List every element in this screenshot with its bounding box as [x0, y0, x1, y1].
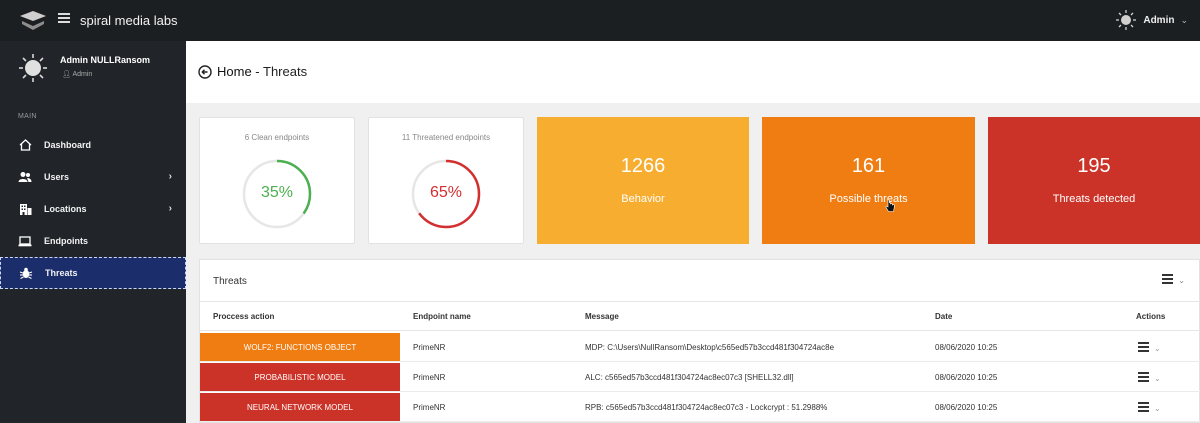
profile-role-label: Admin	[72, 71, 93, 78]
sidebar-item-label: Users	[44, 172, 70, 182]
profile-name: Admin NULLRansom	[60, 55, 150, 65]
list-menu-icon	[1138, 342, 1149, 354]
process-action-badge: PROBABILISTIC MODEL	[200, 363, 400, 391]
endpoint-name-cell: PrimeNR	[413, 373, 446, 382]
main-content: Home - Threats 6 Clean endpoints 35% 11 …	[186, 41, 1200, 423]
user-avatar-icon	[1116, 10, 1137, 30]
sidebar-item-dashboard[interactable]: Dashboard	[0, 129, 186, 161]
list-menu-icon	[1162, 274, 1174, 286]
threats-detected-label: Threats detected	[1052, 193, 1136, 205]
row-actions-menu[interactable]: ⌄	[1138, 402, 1161, 414]
chevron-right-icon: ›	[168, 203, 172, 214]
behavior-label: Behavior	[621, 193, 665, 205]
possible-threats-count: 161	[851, 155, 886, 177]
threatened-endpoints-card: 11 Threatened endpoints 65%	[368, 117, 524, 244]
brand-name: spiral media labs	[80, 13, 178, 28]
date-cell: 08/06/2020 10:25	[935, 403, 998, 412]
breadcrumb: Home - Threats	[217, 64, 307, 79]
date-cell: 08/06/2020 10:25	[935, 343, 998, 352]
threatened-endpoints-title: 11 Threatened endpoints	[401, 133, 491, 142]
sidebar-item-threats[interactable]: Threats	[0, 257, 186, 289]
column-message[interactable]: Message	[585, 312, 619, 321]
chevron-right-icon: ›	[168, 171, 172, 182]
table-header: Proccess action Endpoint name Message Da…	[200, 301, 1200, 331]
threatened-percent: 65%	[429, 184, 463, 201]
threats-detected-tile[interactable]: 195 Threats detected	[988, 117, 1200, 244]
logo-icon[interactable]	[18, 10, 48, 32]
panel-options-menu[interactable]: ⌄	[1162, 274, 1185, 286]
possible-threats-label: Possible threats	[829, 193, 908, 205]
profile-avatar-icon	[19, 54, 47, 82]
breadcrumb-current: Threats	[263, 64, 308, 79]
row-actions-menu[interactable]: ⌄	[1138, 342, 1161, 354]
chevron-down-icon: ⌄	[1178, 275, 1185, 285]
threats-panel-title: Threats	[213, 276, 247, 287]
breadcrumb-separator: -	[251, 64, 264, 79]
chevron-down-icon: ⌄	[1154, 373, 1161, 383]
chevron-down-icon: ⌄	[1154, 343, 1161, 353]
message-cell: RPB: c565ed57b3ccd481f304724ac8ec07c3 - …	[585, 403, 828, 412]
sidebar-nav: Dashboard Users › Locations › Endpoints	[0, 129, 186, 289]
sidebar-item-label: Threats	[45, 268, 78, 278]
table-row[interactable]: PROBABILISTIC MODEL PrimeNR ALC: c565ed5…	[200, 363, 1200, 392]
hand-cursor-icon	[885, 199, 895, 212]
breadcrumb-home[interactable]: Home	[217, 64, 252, 79]
behavior-count: 1266	[620, 155, 666, 177]
column-date[interactable]: Date	[935, 312, 952, 321]
users-icon	[18, 170, 32, 184]
table-row[interactable]: WOLF2: FUNCTIONS OBJECT PrimeNR MDP: C:\…	[200, 333, 1200, 362]
home-icon	[18, 138, 32, 152]
clean-endpoints-card: 6 Clean endpoints 35%	[199, 117, 355, 244]
clean-endpoints-title: 6 Clean endpoints	[244, 133, 310, 142]
chevron-down-icon: ⌄	[1180, 14, 1188, 25]
nav-section-label: MAIN	[18, 113, 37, 120]
page-header: Home - Threats	[186, 41, 1200, 103]
sidebar: Admin NULLRansom 👤︎ Admin MAIN Dashboard…	[0, 41, 186, 423]
endpoint-name-cell: PrimeNR	[413, 343, 446, 352]
message-cell: ALC: c565ed57b3ccd481f304724ac8ec07c3 [S…	[585, 373, 794, 382]
profile-role: 👤︎ Admin	[62, 71, 93, 78]
threats-detected-count: 195	[1077, 155, 1111, 177]
profile-card: Admin NULLRansom 👤︎ Admin	[0, 41, 186, 103]
row-actions-menu[interactable]: ⌄	[1138, 372, 1161, 384]
date-cell: 08/06/2020 10:25	[935, 373, 998, 382]
back-arrow-icon[interactable]	[198, 65, 212, 79]
process-action-badge: WOLF2: FUNCTIONS OBJECT	[200, 333, 400, 361]
possible-threats-tile[interactable]: 161 Possible threats	[762, 117, 975, 244]
sidebar-item-label: Locations	[44, 204, 87, 214]
column-endpoint-name[interactable]: Endpoint name	[413, 312, 471, 321]
bug-icon	[19, 266, 33, 280]
threats-panel: Threats ⌄ Proccess action Endpoint name …	[199, 259, 1200, 423]
hamburger-menu-icon[interactable]	[58, 13, 70, 25]
process-action-badge: NEURAL NETWORK MODEL	[200, 393, 400, 421]
column-process-action[interactable]: Proccess action	[213, 312, 274, 321]
building-icon	[18, 202, 32, 216]
sidebar-item-users[interactable]: Users ›	[0, 161, 186, 193]
sidebar-item-label: Dashboard	[44, 140, 92, 150]
top-bar: spiral media labs Admin ⌄	[0, 0, 1200, 41]
user-menu[interactable]: Admin ⌄	[1115, 9, 1188, 31]
sidebar-item-locations[interactable]: Locations ›	[0, 193, 186, 225]
list-menu-icon	[1138, 372, 1149, 384]
laptop-icon	[18, 234, 32, 248]
message-cell: MDP: C:\Users\NullRansom\Desktop\c565ed5…	[585, 343, 835, 352]
sidebar-item-endpoints[interactable]: Endpoints	[0, 225, 186, 257]
list-menu-icon	[1138, 402, 1149, 414]
endpoint-name-cell: PrimeNR	[413, 403, 446, 412]
user-menu-label: Admin	[1143, 14, 1175, 26]
column-actions: Actions	[1136, 312, 1166, 321]
chevron-down-icon: ⌄	[1154, 403, 1161, 413]
table-row[interactable]: NEURAL NETWORK MODEL PrimeNR RPB: c565ed…	[200, 393, 1200, 422]
behavior-tile[interactable]: 1266 Behavior	[537, 117, 749, 244]
sidebar-item-label: Endpoints	[44, 236, 88, 246]
clean-percent: 35%	[260, 184, 294, 201]
